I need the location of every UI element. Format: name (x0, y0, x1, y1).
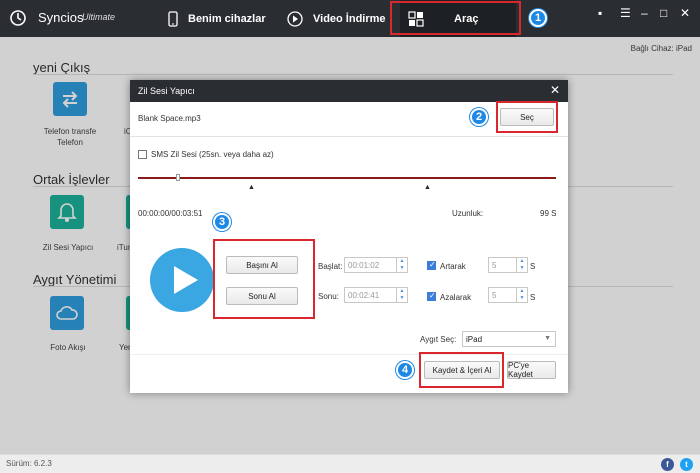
divider (130, 136, 568, 137)
message-icon[interactable]: ▪ (598, 6, 602, 20)
nav-video-download[interactable]: Video İndirme (287, 0, 387, 37)
dialog-header: Zil Sesi Yapıcı ✕ (130, 80, 568, 102)
close-icon[interactable]: ✕ (550, 83, 560, 97)
app-name: Syncios (38, 10, 84, 25)
callout-badge-4: 4 (396, 361, 414, 379)
length-value: 99 S (540, 209, 557, 218)
fade-out-checkbox[interactable] (427, 291, 436, 301)
end-time-value: 00:02:41 (348, 291, 380, 300)
length-label: Uzunluk: (452, 209, 484, 218)
device-select-label: Aygıt Seç: (420, 335, 457, 344)
close-window-icon[interactable]: ✕ (680, 6, 690, 20)
syncios-logo-icon (10, 10, 26, 26)
version-text: Sürüm: 6.2.3 (6, 459, 52, 468)
playhead-handle[interactable] (176, 174, 180, 181)
fade-out-label: Azalarak (440, 293, 472, 302)
maximize-icon[interactable]: □ (660, 6, 667, 20)
fade-in-field[interactable]: 5 ▲ ▼ (488, 257, 528, 273)
time-readout: 00:00:00/00:03:51 (138, 209, 203, 218)
spin-up-icon[interactable]: ▲ (517, 258, 527, 265)
callout-badge-2: 2 (470, 108, 488, 126)
end-time-field[interactable]: 00:02:41 ▲ ▼ (344, 287, 408, 303)
menu-icon[interactable]: ☰ (620, 6, 631, 20)
top-bar: Syncios Ultimate Benim cihazlar Video İn… (0, 0, 700, 37)
callout-badge-3: 3 (213, 213, 231, 231)
spinner[interactable]: ▲ ▼ (396, 258, 407, 272)
start-time-field[interactable]: 00:01:02 ▲ ▼ (344, 257, 408, 273)
file-name: Blank Space.mp3 (138, 114, 201, 123)
fade-in-value: 5 (492, 261, 497, 270)
device-select-value: iPad (466, 335, 483, 344)
minimize-icon[interactable]: – (641, 6, 648, 20)
callout-box-start-end (213, 239, 315, 319)
callout-box-tools (390, 1, 521, 35)
fade-out-field[interactable]: 5 ▲ ▼ (488, 287, 528, 303)
play-icon (174, 266, 198, 294)
app-edition: Ultimate (82, 12, 116, 22)
callout-badge-1: 1 (529, 9, 547, 27)
end-marker-icon[interactable]: ▲ (424, 184, 431, 191)
callout-box-save (419, 352, 504, 388)
fade-in-checkbox[interactable] (427, 260, 436, 270)
spinner[interactable]: ▲ ▼ (516, 258, 527, 272)
nav-label: Benim cihazlar (188, 12, 266, 25)
play-circle-icon (287, 10, 303, 27)
phone-icon (168, 10, 178, 27)
spin-up-icon[interactable]: ▲ (517, 288, 527, 295)
start-time-value: 00:01:02 (348, 261, 380, 270)
spin-up-icon[interactable]: ▲ (397, 288, 407, 295)
device-select[interactable]: iPad ▼ (462, 331, 556, 347)
timeline-track[interactable] (138, 177, 556, 179)
spinner[interactable]: ▲ ▼ (516, 288, 527, 302)
fade-in-label: Artarak (440, 262, 466, 271)
spin-down-icon[interactable]: ▼ (517, 295, 527, 302)
play-button[interactable] (150, 248, 214, 312)
save-to-pc-button[interactable]: PC'ye Kaydet (507, 361, 556, 379)
spin-up-icon[interactable]: ▲ (397, 258, 407, 265)
sms-ringtone-label: SMS Zil Sesi (25sn. veya daha az) (151, 150, 274, 159)
callout-box-select (496, 101, 558, 133)
spinner[interactable]: ▲ ▼ (396, 288, 407, 302)
fade-out-value: 5 (492, 291, 497, 300)
status-bar: Sürüm: 6.2.3 f t (0, 454, 700, 473)
spin-down-icon[interactable]: ▼ (517, 265, 527, 272)
fade-in-unit: S (530, 262, 536, 271)
spin-down-icon[interactable]: ▼ (397, 295, 407, 302)
chevron-down-icon[interactable]: ▼ (544, 335, 551, 342)
spin-down-icon[interactable]: ▼ (397, 265, 407, 272)
sms-ringtone-checkbox[interactable] (138, 150, 147, 159)
twitter-icon[interactable]: t (680, 458, 693, 471)
start-label: Başlat: (318, 262, 343, 271)
nav-my-devices[interactable]: Benim cihazlar (168, 0, 280, 37)
end-label: Sonu: (318, 292, 339, 301)
nav-label: Video İndirme (313, 12, 386, 25)
facebook-icon[interactable]: f (661, 458, 674, 471)
start-marker-icon[interactable]: ▲ (248, 184, 255, 191)
dialog-title: Zil Sesi Yapıcı (138, 86, 195, 96)
fade-out-unit: S (530, 293, 536, 302)
